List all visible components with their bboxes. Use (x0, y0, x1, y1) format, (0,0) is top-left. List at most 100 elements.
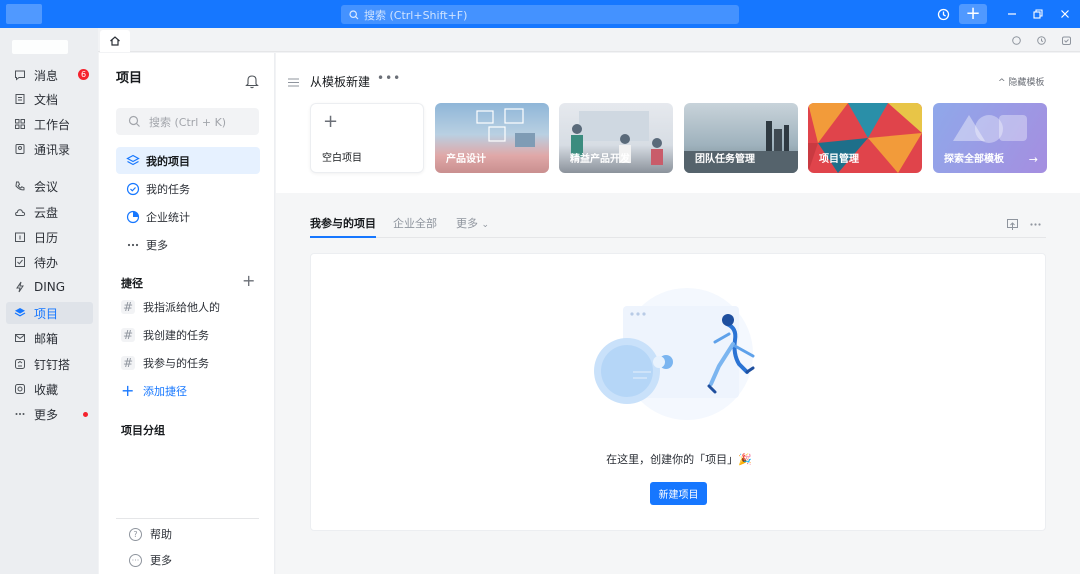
nav-item-contacts[interactable]: 通讯录 (6, 138, 93, 160)
nav-item-meeting[interactable]: 会议 (6, 175, 93, 197)
nav-label: 工作台 (34, 117, 71, 132)
more-dots-icon (14, 408, 26, 420)
add-shortcut-plus-icon[interactable]: + (242, 273, 255, 289)
shortcut-item[interactable]: # 我创建的任务 (121, 325, 209, 345)
nav-label: 邮箱 (34, 331, 59, 346)
add-shortcut-label: 添加捷径 (143, 385, 187, 398)
new-project-button[interactable]: 新建项目 (650, 482, 707, 505)
sidebar-search-input[interactable]: 搜索 (Ctrl + K) (116, 108, 259, 135)
calendar-icon (14, 231, 26, 243)
template-card-team-tasks[interactable]: 团队任务管理 (684, 103, 798, 173)
plus-icon: + (323, 111, 339, 132)
shortcut-label: 我参与的任务 (143, 357, 209, 370)
nav-item-messages[interactable]: 消息 6 (6, 64, 93, 86)
nav-item-favorites[interactable]: 收藏 (6, 378, 93, 400)
help-link[interactable]: ? 帮助 (129, 525, 172, 543)
nav-label: 通讯录 (34, 142, 71, 157)
hash-icon: # (121, 356, 135, 370)
sidebar-item-more[interactable]: 更多 (116, 231, 260, 258)
refresh-icon[interactable] (1010, 34, 1022, 46)
create-button[interactable]: + (959, 4, 987, 24)
shortcut-item[interactable]: # 我参与的任务 (121, 353, 209, 373)
add-shortcut-link[interactable]: + 添加捷径 (121, 381, 187, 401)
sidebar-item-enterprise-stats[interactable]: 企业统计 (116, 203, 260, 230)
template-card-label: 探索全部模板 (944, 154, 1004, 165)
nav-item-calendar[interactable]: 日历 (6, 226, 93, 248)
nav-label: 日历 (34, 230, 59, 245)
sidebar-item-label: 更多 (146, 238, 168, 252)
nav-label: 项目 (34, 306, 59, 321)
nav-label: 收藏 (34, 382, 59, 397)
export-icon[interactable] (1005, 217, 1019, 231)
nav-label: 消息 (34, 68, 59, 83)
sidebar-item-label: 企业统计 (146, 210, 190, 224)
more-dots-icon (126, 238, 140, 252)
home-tab[interactable] (100, 30, 130, 52)
empty-state-panel: 在这里，创建你的「项目」🎉 新建项目 (310, 253, 1046, 531)
layers-icon (126, 154, 140, 168)
more-link[interactable]: ··· 更多 (129, 551, 172, 569)
chevron-down-icon: ⌄ (481, 220, 490, 230)
shortcut-item[interactable]: # 我指派给他人的 (121, 297, 220, 317)
template-more-button[interactable]: ••• (377, 71, 401, 85)
avatar[interactable] (12, 40, 68, 54)
minimize-icon[interactable] (1003, 5, 1021, 23)
hash-icon: # (121, 328, 135, 342)
template-card-lean-product[interactable]: 精益产品开发 (559, 103, 673, 173)
help-icon: ? (129, 527, 142, 541)
home-icon (110, 36, 120, 46)
nav-label: 钉钉搭 (34, 357, 71, 372)
nav-item-docs[interactable]: 文档 (6, 88, 93, 110)
todo-icon (14, 256, 26, 268)
template-card-blank[interactable]: + 空白项目 (310, 103, 424, 173)
mail-icon (14, 332, 26, 344)
unread-badge: 6 (78, 69, 89, 80)
template-card-label: 精益产品开发 (570, 154, 630, 165)
hide-templates-button[interactable]: ^ 隐藏模板 (998, 75, 1044, 88)
menu-icon[interactable] (288, 76, 299, 90)
global-search-input[interactable]: 搜索 (Ctrl+Shift+F) (341, 5, 739, 24)
tab-more-label: 更多 (456, 217, 478, 230)
more-options-icon[interactable] (1028, 217, 1042, 231)
sidebar-item-my-projects[interactable]: 我的项目 (116, 147, 260, 174)
shortcut-label: 我创建的任务 (143, 329, 209, 342)
nav-item-dingda[interactable]: 钉钉搭 (6, 353, 93, 375)
nav-item-more[interactable]: 更多 (6, 403, 93, 425)
template-card-project-management[interactable]: 项目管理 (808, 103, 922, 173)
app-logo (6, 4, 42, 24)
close-icon[interactable] (1056, 5, 1074, 23)
tab-enterprise-all[interactable]: 企业全部 (393, 215, 437, 238)
grid-icon (14, 118, 26, 130)
restore-icon[interactable] (1029, 5, 1047, 23)
nav-label: 云盘 (34, 205, 59, 220)
empty-state-illustration (594, 288, 755, 420)
notification-dot (83, 412, 88, 417)
sidebar-title: 项目 (116, 71, 143, 86)
more-label: 更多 (150, 554, 172, 567)
nav-label: 文档 (34, 92, 59, 107)
history-icon[interactable] (934, 5, 952, 23)
nav-item-mail[interactable]: 邮箱 (6, 327, 93, 349)
sidebar-item-my-tasks[interactable]: 我的任务 (116, 175, 260, 202)
bell-icon[interactable] (245, 73, 259, 92)
pin-icon[interactable] (1060, 34, 1072, 46)
tab-more[interactable]: 更多 ⌄ (456, 215, 489, 238)
left-nav: 消息 6 文档 工作台 通讯录 会议 云盘 日历 待办 DING 项目 邮箱 钉… (0, 28, 98, 574)
cloud-icon (14, 206, 26, 218)
nav-item-project[interactable]: 项目 (6, 302, 93, 324)
nav-item-workbench[interactable]: 工作台 (6, 113, 93, 135)
sidebar-item-label: 我的任务 (146, 182, 190, 196)
sidebar-search-placeholder: 搜索 (Ctrl + K) (149, 115, 227, 129)
pie-chart-icon (126, 210, 140, 224)
project-icon (14, 307, 26, 319)
nav-item-cloud-drive[interactable]: 云盘 (6, 201, 93, 223)
template-card-product-design[interactable]: 产品设计 (435, 103, 549, 173)
nav-item-todo[interactable]: 待办 (6, 251, 93, 273)
tab-my-projects[interactable]: 我参与的项目 (310, 215, 376, 238)
history-back-icon[interactable] (1035, 34, 1047, 46)
template-card-explore-all[interactable]: 探索全部模板 → (933, 103, 1047, 173)
nav-item-ding[interactable]: DING (6, 276, 93, 298)
template-card-label: 产品设计 (446, 154, 486, 165)
project-tabs: 我参与的项目 企业全部 更多 ⌄ (310, 215, 1046, 238)
divider (116, 518, 259, 519)
